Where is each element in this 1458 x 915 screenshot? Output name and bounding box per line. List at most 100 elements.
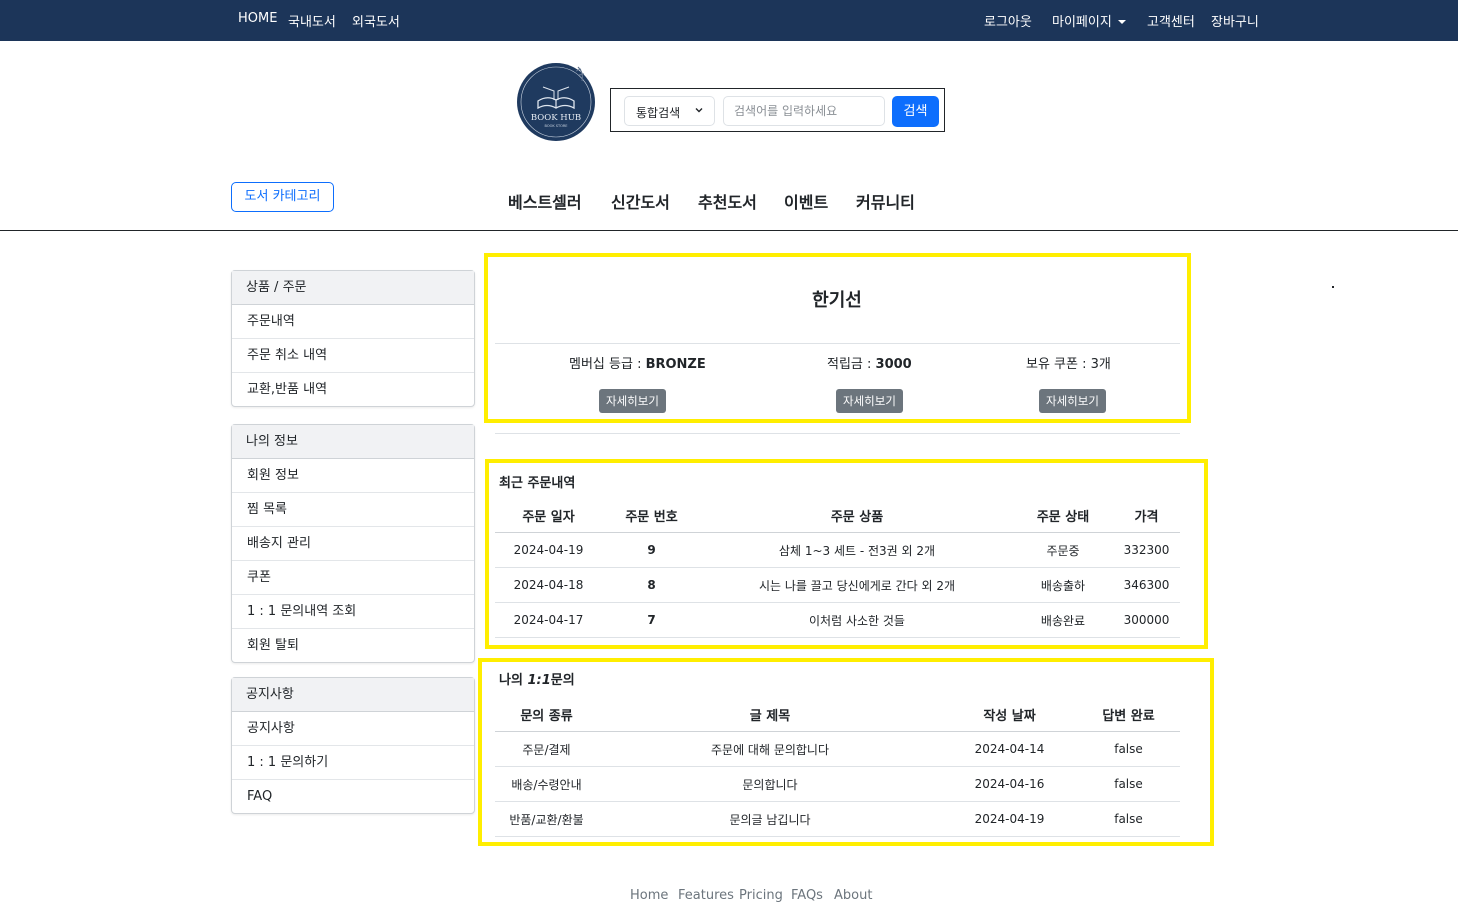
- mainnav-bestseller[interactable]: 베스트셀러: [508, 189, 582, 213]
- sidebar-panel-notice: 공지사항 공지사항 1 : 1 문의하기 FAQ: [231, 677, 475, 814]
- footer-link-faqs[interactable]: FAQs: [791, 888, 823, 903]
- mainnav-recommended[interactable]: 추천도서: [698, 189, 757, 213]
- inquiry-title[interactable]: 문의글 남깁니다: [598, 801, 942, 837]
- order-price: 346300: [1113, 567, 1180, 603]
- header-divider: [0, 230, 1458, 231]
- order-status: 주문중: [1013, 532, 1113, 568]
- footer-link-about[interactable]: About: [834, 888, 872, 903]
- order-number[interactable]: 7: [602, 602, 701, 638]
- column-header: 문의 종류: [495, 697, 598, 732]
- order-date: 2024-04-17: [495, 602, 602, 638]
- column-header: 작성 날짜: [942, 697, 1077, 732]
- table-row[interactable]: 2024-04-19 9 삼체 1~3 세트 - 전3권 외 2개 주문중 33…: [495, 532, 1180, 568]
- order-number[interactable]: 8: [602, 567, 701, 603]
- book-category-button[interactable]: 도서 카테고리: [231, 182, 334, 212]
- column-header: 주문 상태: [1013, 498, 1113, 533]
- bookhub-logo[interactable]: BOOK HUB BOOK STORE: [516, 61, 596, 141]
- logout-link[interactable]: 로그아웃: [984, 11, 1032, 30]
- inquiries-title-suffix: 문의: [550, 673, 575, 688]
- column-header: 글 제목: [598, 697, 942, 732]
- table-row[interactable]: 반품/교환/환불 문의글 남깁니다 2024-04-19 false: [495, 801, 1180, 837]
- recent-orders-table: 주문 일자 주문 번호 주문 상품 주문 상태 가격 2024-04-19 9 …: [495, 498, 1180, 638]
- inquiry-type: 배송/수령안내: [495, 766, 598, 802]
- inquiry-title[interactable]: 문의합니다: [598, 766, 942, 802]
- chevron-down-icon: [695, 108, 703, 113]
- caret-down-icon: [1117, 20, 1126, 24]
- sidebar-item-order-history[interactable]: 주문내역: [232, 305, 474, 339]
- points: 적립금 : 3000: [827, 353, 912, 372]
- order-price: 300000: [1113, 602, 1180, 638]
- sidebar-item-exchange-return[interactable]: 교환,반품 내역: [232, 373, 474, 406]
- inquiries-table: 문의 종류 글 제목 작성 날짜 답변 완료 주문/결제 주문에 대해 문의합니…: [495, 697, 1180, 837]
- mainnav-community[interactable]: 커뮤니티: [856, 189, 915, 213]
- search-input[interactable]: [723, 96, 885, 126]
- points-detail-button[interactable]: 자세히보기: [836, 389, 903, 413]
- sidebar-item-order-cancel[interactable]: 주문 취소 내역: [232, 339, 474, 373]
- search-type-label: 통합검색: [636, 106, 681, 120]
- inquiries-title-prefix: 나의: [499, 673, 528, 688]
- inquiries-title-mid: 1:1: [527, 673, 551, 688]
- inquiries-title: 나의 1:1문의: [499, 669, 575, 688]
- customer-center-link[interactable]: 고객센터: [1147, 11, 1195, 30]
- section-divider: [495, 433, 1180, 434]
- inquiry-answered: false: [1077, 801, 1180, 837]
- inquiry-answered: false: [1077, 766, 1180, 802]
- inquiry-date: 2024-04-14: [942, 731, 1077, 767]
- membership-value: BRONZE: [645, 357, 706, 372]
- order-product[interactable]: 삼체 1~3 세트 - 전3권 외 2개: [701, 532, 1013, 568]
- stray-dot: [1332, 286, 1334, 288]
- order-product[interactable]: 시는 나를 끌고 당신에게로 간다 외 2개: [701, 567, 1013, 603]
- order-product[interactable]: 이처럼 사소한 것들: [701, 602, 1013, 638]
- logo-subtext: BOOK STORE: [544, 124, 567, 128]
- inquiry-date: 2024-04-16: [942, 766, 1077, 802]
- table-row[interactable]: 주문/결제 주문에 대해 문의합니다 2024-04-14 false: [495, 731, 1180, 767]
- inquiry-title[interactable]: 주문에 대해 문의합니다: [598, 731, 942, 767]
- points-label: 적립금 :: [827, 357, 876, 372]
- sidebar-item-withdraw[interactable]: 회원 탈퇴: [232, 629, 474, 662]
- table-header-row: 문의 종류 글 제목 작성 날짜 답변 완료: [495, 697, 1180, 732]
- top-navbar: HOME 국내도서 외국도서 로그아웃 마이페이지 고객센터 장바구니: [0, 0, 1458, 41]
- sidebar-item-coupon[interactable]: 쿠폰: [232, 561, 474, 595]
- column-header: 주문 일자: [495, 498, 602, 533]
- column-header: 주문 번호: [602, 498, 701, 533]
- inquiry-type: 주문/결제: [495, 731, 598, 767]
- footer-link-pricing[interactable]: Pricing: [739, 888, 783, 903]
- sidebar-item-inquiry-history[interactable]: 1 : 1 문의내역 조회: [232, 595, 474, 629]
- order-status: 배송출하: [1013, 567, 1113, 603]
- mainnav-events[interactable]: 이벤트: [784, 189, 828, 213]
- nav-home-link[interactable]: HOME: [238, 11, 277, 26]
- profile-divider: [495, 343, 1180, 344]
- coupons-label: 보유 쿠폰 :: [1026, 357, 1091, 372]
- inquiry-answered: false: [1077, 731, 1180, 767]
- coupons-value: 3개: [1090, 357, 1111, 372]
- mainnav-new-books[interactable]: 신간도서: [611, 189, 670, 213]
- sidebar-item-faq[interactable]: FAQ: [232, 780, 474, 813]
- member-name: 한기선: [812, 290, 862, 311]
- sidebar-item-wishlist[interactable]: 찜 목록: [232, 493, 474, 527]
- membership-label: 멤버십 등급 :: [569, 357, 646, 372]
- coupons-detail-button[interactable]: 자세히보기: [1039, 389, 1106, 413]
- membership-grade: 멤버십 등급 : BRONZE: [569, 353, 706, 372]
- footer-link-features[interactable]: Features: [678, 888, 734, 903]
- order-number[interactable]: 9: [602, 532, 701, 568]
- sidebar-panel-orders: 상품 / 주문 주문내역 주문 취소 내역 교환,반품 내역: [231, 270, 475, 407]
- sidebar-item-member-info[interactable]: 회원 정보: [232, 459, 474, 493]
- sidebar-item-inquiry[interactable]: 1 : 1 문의하기: [232, 746, 474, 780]
- sidebar-header: 나의 정보: [232, 425, 474, 459]
- logo-text: BOOK HUB: [531, 113, 581, 123]
- sidebar-item-address[interactable]: 배송지 관리: [232, 527, 474, 561]
- table-row[interactable]: 2024-04-18 8 시는 나를 끌고 당신에게로 간다 외 2개 배송출하…: [495, 567, 1180, 603]
- coupons: 보유 쿠폰 : 3개: [1026, 353, 1111, 372]
- recent-orders-title: 최근 주문내역: [499, 476, 576, 491]
- nav-domestic-books-link[interactable]: 국내도서: [288, 11, 336, 30]
- nav-foreign-books-link[interactable]: 외국도서: [352, 11, 400, 30]
- membership-detail-button[interactable]: 자세히보기: [599, 389, 666, 413]
- cart-link[interactable]: 장바구니: [1211, 11, 1259, 30]
- table-row[interactable]: 배송/수령안내 문의합니다 2024-04-16 false: [495, 766, 1180, 802]
- search-button[interactable]: 검색: [892, 96, 939, 127]
- sidebar-item-notices[interactable]: 공지사항: [232, 712, 474, 746]
- search-type-select[interactable]: 통합검색: [624, 96, 715, 126]
- footer-link-home[interactable]: Home: [630, 888, 668, 903]
- mypage-dropdown[interactable]: 마이페이지: [1052, 11, 1126, 30]
- table-row[interactable]: 2024-04-17 7 이처럼 사소한 것들 배송완료 300000: [495, 602, 1180, 638]
